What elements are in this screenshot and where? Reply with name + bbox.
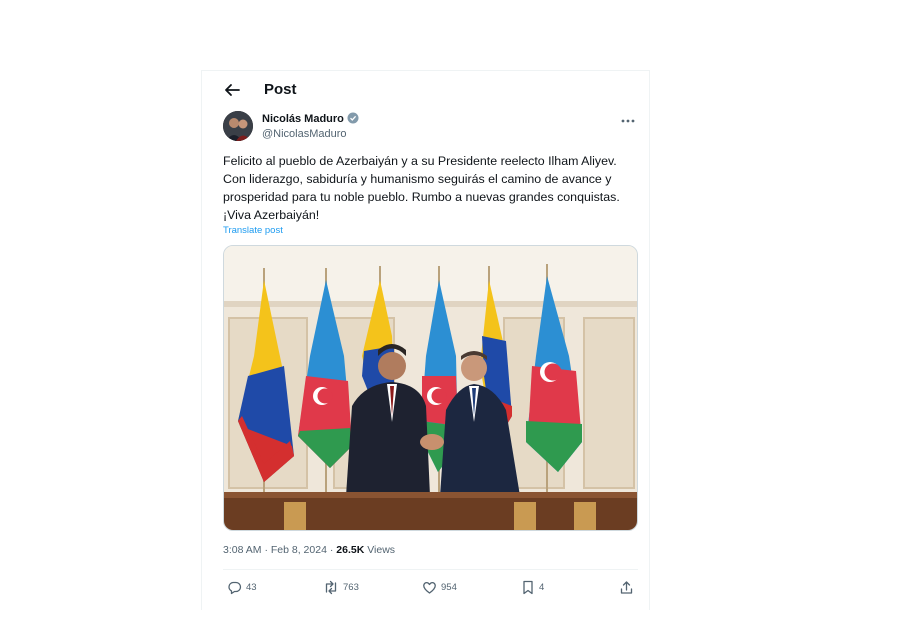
repost-icon: [325, 580, 337, 594]
avatar-image: [223, 111, 253, 141]
post-panel: Post Nicolás Maduro @NicolasMaduro Felic…: [201, 70, 650, 610]
tweet-line: prosperidad para tu noble pueblo. Rumbo …: [223, 190, 620, 204]
page-title: Post: [264, 81, 297, 98]
bookmark-button[interactable]: 4: [521, 577, 544, 597]
tweet-line: Con liderazgo, sabiduría y humanismo seg…: [223, 172, 612, 186]
author-name[interactable]: Nicolás Maduro: [262, 112, 359, 127]
more-options-button[interactable]: [619, 113, 637, 129]
verified-badge-icon: [347, 112, 359, 127]
post-date[interactable]: Feb 8, 2024: [271, 544, 327, 556]
action-bar: 43 763 954 4: [223, 577, 638, 597]
bookmark-icon: [523, 580, 533, 594]
back-button[interactable]: [221, 79, 243, 101]
photo-image: [224, 246, 637, 530]
translate-post-link[interactable]: Translate post: [223, 225, 283, 236]
tweet-line: Felicito al pueblo de Azerbaiyán y a su …: [223, 154, 617, 168]
bookmark-count: 4: [539, 581, 545, 593]
like-count: 954: [441, 581, 457, 593]
reply-button[interactable]: 43: [227, 577, 257, 597]
post-header: Post: [202, 71, 649, 109]
back-arrow-icon: [225, 84, 240, 96]
repost-button[interactable]: 763: [323, 577, 359, 597]
divider: [223, 569, 638, 570]
meta-separator: ·: [329, 544, 334, 556]
author-handle[interactable]: @NicolasMaduro: [262, 128, 347, 140]
repost-count: 763: [343, 581, 359, 593]
share-button[interactable]: [619, 577, 638, 597]
more-icon: [621, 119, 635, 123]
reply-icon: [228, 581, 242, 594]
tweet-line: ¡Viva Azerbaiyán!: [223, 208, 320, 222]
reply-count: 43: [246, 581, 257, 593]
like-button[interactable]: 954: [422, 577, 457, 597]
avatar[interactable]: [223, 111, 253, 141]
views-label: Views: [367, 544, 396, 556]
author-row: Nicolás Maduro @NicolasMaduro: [223, 111, 643, 145]
tweet-photo[interactable]: [223, 245, 638, 531]
post-meta: 3:08 AM · Feb 8, 2024 · 26.5K Views: [223, 544, 395, 556]
post-time[interactable]: 3:08 AM: [223, 544, 262, 556]
views-count: 26.5K: [336, 544, 365, 556]
share-icon: [620, 580, 633, 594]
tweet-text: Felicito al pueblo de Azerbaiyán y a su …: [223, 152, 643, 224]
meta-separator: ·: [264, 544, 268, 556]
like-icon: [423, 581, 436, 594]
